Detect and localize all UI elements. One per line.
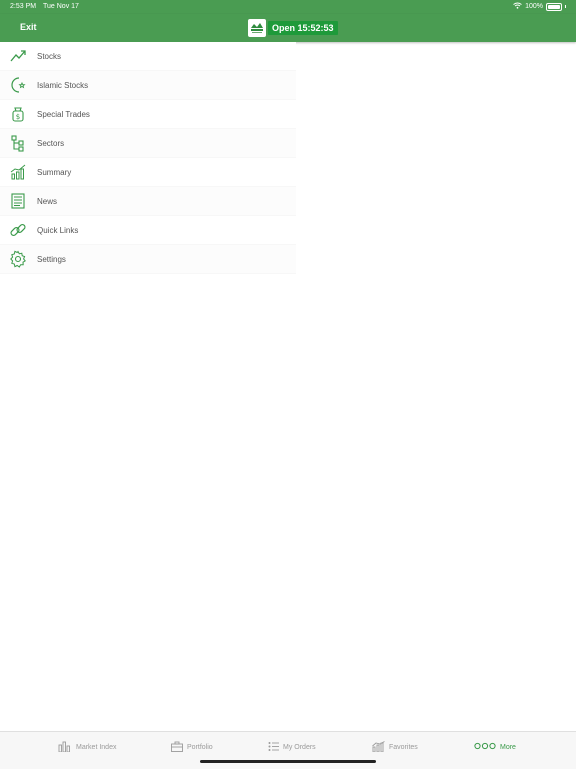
hierarchy-icon xyxy=(8,133,28,153)
tab-label: Portfolio xyxy=(187,743,213,751)
tab-portfolio[interactable]: Portfolio xyxy=(171,740,213,754)
menu-item-summary[interactable]: Summary xyxy=(0,158,296,187)
tab-label: More xyxy=(500,743,516,751)
bar-chart-icon xyxy=(8,162,28,182)
link-icon xyxy=(8,220,28,240)
favorites-chart-icon xyxy=(372,740,385,754)
more-dots-icon xyxy=(474,742,496,752)
exchange-logo xyxy=(248,19,266,37)
home-indicator[interactable] xyxy=(200,760,376,763)
more-menu: Stocks Islamic Stocks $ Special Trades S… xyxy=(0,42,296,274)
newspaper-icon xyxy=(8,191,28,211)
menu-item-label: Stocks xyxy=(37,51,62,61)
tab-label: Market Index xyxy=(76,743,117,751)
market-status-badge: Open 15:52:53 xyxy=(268,21,338,35)
menu-item-settings[interactable]: Settings xyxy=(0,245,296,274)
svg-text:$: $ xyxy=(16,113,20,121)
menu-item-islamic-stocks[interactable]: Islamic Stocks xyxy=(0,71,296,100)
status-bar: 2:53 PM Tue Nov 17 100% xyxy=(0,0,576,14)
menu-item-label: Sectors xyxy=(37,138,65,148)
tab-my-orders[interactable]: My Orders xyxy=(268,740,316,754)
battery-icon xyxy=(546,2,562,11)
tab-market-index[interactable]: Market Index xyxy=(58,740,116,754)
money-bag-icon: $ xyxy=(8,104,28,124)
briefcase-icon xyxy=(171,741,183,754)
menu-item-label: Quick Links xyxy=(37,225,79,235)
menu-item-label: Special Trades xyxy=(37,109,90,119)
trend-line-icon xyxy=(8,46,28,66)
menu-item-quick-links[interactable]: Quick Links xyxy=(0,216,296,245)
crescent-star-icon xyxy=(8,75,28,95)
menu-item-label: Summary xyxy=(37,167,72,177)
menu-item-label: Settings xyxy=(37,254,66,264)
status-time: 2:53 PM xyxy=(10,3,37,10)
wifi-icon xyxy=(513,2,522,11)
tab-favorites[interactable]: Favorites xyxy=(372,740,418,754)
orders-list-icon xyxy=(268,741,279,754)
tab-more[interactable]: More xyxy=(474,740,516,754)
exit-button[interactable]: Exit xyxy=(20,22,37,32)
menu-item-label: Islamic Stocks xyxy=(37,80,89,90)
status-indicators: 100% xyxy=(513,2,566,11)
menu-item-stocks[interactable]: Stocks xyxy=(0,42,296,71)
tab-label: Favorites xyxy=(389,743,418,751)
navigation-bar: Exit Open 15:52:53 xyxy=(0,14,576,42)
market-index-icon xyxy=(58,741,72,754)
menu-item-sectors[interactable]: Sectors xyxy=(0,129,296,158)
tab-label: My Orders xyxy=(283,743,316,751)
menu-item-news[interactable]: News xyxy=(0,187,296,216)
status-date: Tue Nov 17 xyxy=(43,3,79,10)
gear-icon xyxy=(8,249,28,269)
bottom-tab-bar: Market Index Portfolio My Orders Favorit… xyxy=(0,731,576,769)
menu-item-special-trades[interactable]: $ Special Trades xyxy=(0,100,296,129)
menu-item-label: News xyxy=(37,196,58,206)
battery-percent: 100% xyxy=(525,3,543,10)
